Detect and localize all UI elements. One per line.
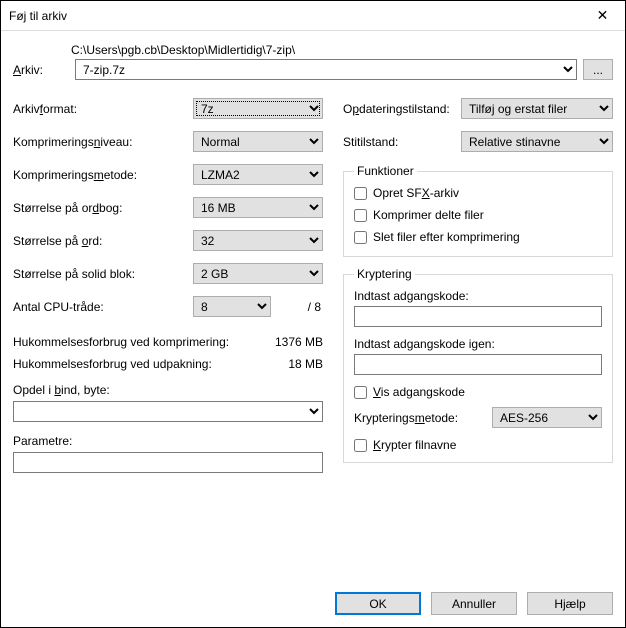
compression-level-select[interactable]: Normal bbox=[193, 131, 323, 152]
archive-label: Arkiv: bbox=[13, 63, 69, 77]
split-volume-select[interactable] bbox=[13, 401, 323, 422]
solid-block-select[interactable]: 2 GB bbox=[193, 263, 323, 284]
solid-label: Størrelse på solid blok: bbox=[13, 267, 193, 281]
sfx-checkbox[interactable] bbox=[354, 187, 367, 200]
left-column: Arkivformat: 7z Komprimeringsniveau: Nor… bbox=[13, 98, 323, 473]
sfx-label: Opret SFX-arkiv bbox=[373, 186, 459, 200]
encrypt-names-label: Krypter filnavne bbox=[373, 438, 456, 452]
ok-button[interactable]: OK bbox=[335, 592, 421, 615]
cpu-total: / 8 bbox=[277, 300, 323, 314]
delete-checkbox[interactable] bbox=[354, 231, 367, 244]
browse-button[interactable]: ... bbox=[583, 59, 613, 80]
params-label: Parametre: bbox=[13, 434, 323, 448]
cancel-button[interactable]: Annuller bbox=[431, 592, 517, 615]
close-icon[interactable]: ✕ bbox=[580, 1, 625, 31]
word-size-select[interactable]: 32 bbox=[193, 230, 323, 251]
password-confirm-input[interactable] bbox=[354, 354, 602, 375]
encryption-legend: Kryptering bbox=[354, 267, 415, 281]
method-label: Komprimeringsmetode: bbox=[13, 168, 193, 182]
dict-label: Størrelse på ordbog: bbox=[13, 201, 193, 215]
shared-label: Komprimer delte filer bbox=[373, 208, 484, 222]
update-mode-select[interactable]: Tilføj og erstat filer bbox=[461, 98, 613, 119]
password2-label: Indtast adgangskode igen: bbox=[354, 337, 602, 351]
delete-label: Slet filer efter komprimering bbox=[373, 230, 520, 244]
level-label: Komprimeringsniveau: bbox=[13, 135, 193, 149]
archive-name-combo[interactable]: 7-zip.7z bbox=[75, 59, 577, 80]
format-label: Arkivformat: bbox=[13, 102, 193, 116]
split-label: Opdel i bind, byte: bbox=[13, 383, 323, 397]
mem-decompress-label: Hukommelsesforbrug ved udpakning: bbox=[13, 357, 212, 371]
options-legend: Funktioner bbox=[354, 164, 417, 178]
options-group: Funktioner Opret SFX-arkiv Komprimer del… bbox=[343, 164, 613, 257]
right-column: Opdateringstilstand: Tilføj og erstat fi… bbox=[343, 98, 613, 473]
parameters-input[interactable] bbox=[13, 452, 323, 473]
cpu-label: Antal CPU-tråde: bbox=[13, 300, 193, 314]
help-button[interactable]: Hjælp bbox=[527, 592, 613, 615]
mem-compress-label: Hukommelsesforbrug ved komprimering: bbox=[13, 335, 229, 349]
show-password-label: Vis adgangskode bbox=[373, 385, 465, 399]
path-mode-select[interactable]: Relative stinavne bbox=[461, 131, 613, 152]
button-bar: OK Annuller Hjælp bbox=[335, 592, 613, 615]
compression-method-select[interactable]: LZMA2 bbox=[193, 164, 323, 185]
password-label: Indtast adgangskode: bbox=[354, 289, 602, 303]
update-mode-label: Opdateringstilstand: bbox=[343, 102, 461, 116]
mem-compress-value: 1376 MB bbox=[275, 335, 323, 349]
titlebar: Føj til arkiv ✕ bbox=[1, 1, 625, 31]
cpu-threads-select[interactable]: 8 bbox=[193, 296, 271, 317]
password-input[interactable] bbox=[354, 306, 602, 327]
dictionary-size-select[interactable]: 16 MB bbox=[193, 197, 323, 218]
show-password-checkbox[interactable] bbox=[354, 386, 367, 399]
encryption-method-select[interactable]: AES-256 bbox=[492, 407, 602, 428]
enc-method-label: Krypteringsmetode: bbox=[354, 411, 486, 425]
word-label: Størrelse på ord: bbox=[13, 234, 193, 248]
archive-format-select[interactable]: 7z bbox=[193, 98, 323, 119]
shared-checkbox[interactable] bbox=[354, 209, 367, 222]
encryption-group: Kryptering Indtast adgangskode: Indtast … bbox=[343, 267, 613, 463]
path-mode-label: Stitilstand: bbox=[343, 135, 461, 149]
archive-path: C:\Users\pgb.cb\Desktop\Midlertidig\7-zi… bbox=[71, 43, 613, 57]
mem-decompress-value: 18 MB bbox=[288, 357, 323, 371]
content: C:\Users\pgb.cb\Desktop\Midlertidig\7-zi… bbox=[1, 31, 625, 473]
window-title: Føj til arkiv bbox=[9, 9, 67, 23]
encrypt-names-checkbox[interactable] bbox=[354, 439, 367, 452]
